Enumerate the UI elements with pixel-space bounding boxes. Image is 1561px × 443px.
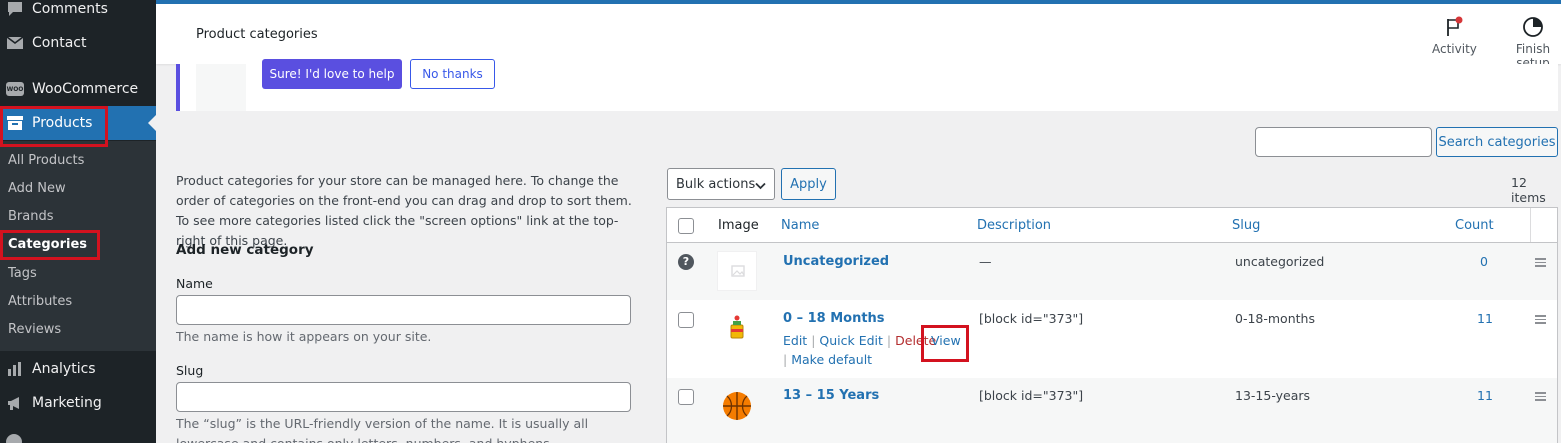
category-count-link[interactable]: 11 xyxy=(1477,388,1493,403)
sidebar-item-label: Marketing xyxy=(32,395,102,411)
help-icon[interactable]: ? xyxy=(678,254,694,270)
slug-label: Slug xyxy=(176,363,204,378)
notice-decoration xyxy=(196,64,246,111)
slug-input[interactable] xyxy=(176,382,631,412)
collapse-icon[interactable] xyxy=(6,434,22,443)
finish-setup-button[interactable]: Finish setup xyxy=(1498,12,1561,70)
sidebar-item-contact[interactable]: Contact xyxy=(0,26,156,60)
category-description: [block id="373"] xyxy=(979,388,1084,403)
sure-help-button[interactable]: Sure! I'd love to help xyxy=(262,59,402,89)
category-slug: 13-15-years xyxy=(1235,388,1311,403)
sidebar-item-analytics[interactable]: Analytics xyxy=(0,352,156,386)
category-slug: uncategorized xyxy=(1235,254,1325,269)
category-name-link[interactable]: Uncategorized xyxy=(783,254,889,269)
items-count: 12 items xyxy=(1511,175,1546,205)
row-actions: Edit | Quick Edit | Delete xyxy=(783,333,937,348)
category-thumbnail xyxy=(717,386,757,426)
row-action-edit[interactable]: Edit xyxy=(783,333,807,348)
search-categories-input[interactable] xyxy=(1255,127,1432,157)
bulk-actions-value: Bulk actions xyxy=(676,176,756,192)
row-action-quick-edit[interactable]: Quick Edit xyxy=(819,333,883,348)
category-name-link[interactable]: 0 – 18 Months xyxy=(783,311,885,326)
megaphone-icon xyxy=(5,393,25,413)
drag-handle-icon[interactable] xyxy=(1535,258,1546,269)
sidebar-item-label: Analytics xyxy=(32,361,96,377)
category-count-link[interactable]: 0 xyxy=(1480,254,1488,269)
row-action-make-default[interactable]: Make default xyxy=(791,352,872,367)
bar-chart-icon xyxy=(5,359,25,379)
intro-text: Product categories for your store can be… xyxy=(176,173,632,248)
category-slug: 0-18-months xyxy=(1235,311,1315,326)
row-checkbox[interactable] xyxy=(678,312,694,328)
sidebar-item-label: Comments xyxy=(32,1,108,17)
flag-icon xyxy=(1432,12,1476,42)
no-thanks-button[interactable]: No thanks xyxy=(410,59,495,89)
table-header-row: Image Name Description Slug Count xyxy=(667,208,1557,243)
table-row: 13 – 15 Years [block id="373"] 13-15-yea… xyxy=(667,378,1557,443)
sidebar-item-label: WooCommerce xyxy=(32,81,139,97)
progress-circle-icon xyxy=(1498,12,1561,42)
admin-sidebar: Comments Contact WOO WooCommerce Product… xyxy=(0,0,156,443)
category-thumbnail xyxy=(717,308,757,348)
column-name[interactable]: Name xyxy=(781,218,819,233)
row-actions-second-line: | Make default xyxy=(783,352,873,367)
placeholder-image xyxy=(717,251,757,291)
sidebar-item-label: Contact xyxy=(32,35,87,51)
category-description: — xyxy=(979,254,992,269)
comment-icon xyxy=(5,0,25,19)
sidebar-item-comments[interactable]: Comments xyxy=(0,0,156,26)
activity-button[interactable]: Activity xyxy=(1432,12,1477,56)
table-row: 0 – 18 Months Edit | Quick Edit | Delete… xyxy=(667,300,1557,378)
sidebar-item-woocommerce[interactable]: WOO WooCommerce xyxy=(0,72,156,106)
column-slug[interactable]: Slug xyxy=(1232,218,1260,233)
categories-table: Image Name Description Slug Count ? Unca… xyxy=(666,207,1558,443)
submenu-reviews[interactable]: Reviews xyxy=(8,322,61,337)
column-count[interactable]: Count xyxy=(1455,218,1494,233)
highlight-products xyxy=(0,106,108,147)
submenu-tags[interactable]: Tags xyxy=(8,266,37,281)
submenu-attributes[interactable]: Attributes xyxy=(8,294,72,309)
name-input[interactable] xyxy=(176,295,631,325)
bulk-actions-select[interactable]: Bulk actions xyxy=(667,168,775,200)
highlight-categories xyxy=(0,230,100,260)
column-image: Image xyxy=(718,218,759,233)
header-divider xyxy=(1530,208,1531,242)
submenu-brands[interactable]: Brands xyxy=(8,209,54,224)
activity-label: Activity xyxy=(1432,42,1477,56)
drag-handle-icon[interactable] xyxy=(1535,315,1546,326)
name-label: Name xyxy=(176,276,213,291)
column-description[interactable]: Description xyxy=(977,218,1051,233)
category-count-link[interactable]: 11 xyxy=(1477,311,1493,326)
slug-help-text: The “slug” is the URL-friendly version o… xyxy=(176,416,589,443)
category-description: [block id="373"] xyxy=(979,311,1084,326)
category-name-link[interactable]: 13 – 15 Years xyxy=(783,388,879,403)
mail-icon xyxy=(5,33,25,53)
chevron-down-icon xyxy=(755,179,766,194)
page-title: Product categories xyxy=(196,27,318,42)
top-header-bar: Product categories Activity Finish setup xyxy=(156,0,1561,70)
row-checkbox[interactable] xyxy=(678,389,694,405)
submenu-all-products[interactable]: All Products xyxy=(8,153,84,168)
woocommerce-icon: WOO xyxy=(5,79,25,99)
add-category-heading: Add new category xyxy=(176,242,314,258)
apply-button[interactable]: Apply xyxy=(781,168,836,200)
table-row: ? Uncategorized — uncategorized 0 xyxy=(667,243,1557,300)
submenu-add-new[interactable]: Add New xyxy=(8,181,66,196)
drag-handle-icon[interactable] xyxy=(1535,392,1546,403)
name-help-text: The name is how it appears on your site. xyxy=(176,329,432,344)
search-categories-button[interactable]: Search categories xyxy=(1436,127,1558,157)
sidebar-item-marketing[interactable]: Marketing xyxy=(0,386,156,420)
select-all-checkbox[interactable] xyxy=(678,218,694,234)
highlight-view xyxy=(921,325,969,362)
